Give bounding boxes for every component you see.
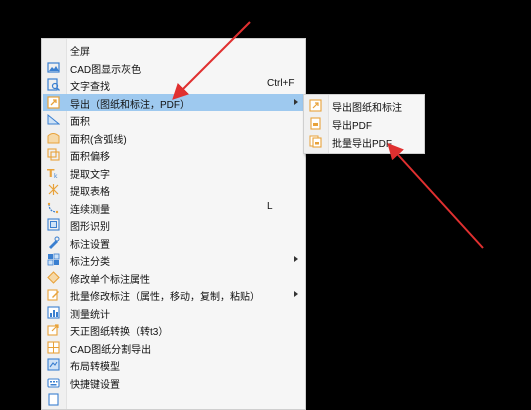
svg-text:k: k — [54, 173, 58, 179]
menu-item-cad-gray[interactable]: CAD图显示灰色 — [43, 59, 304, 76]
export-submenu: 导出图纸和标注 导出PDF 批量导出PDF — [303, 94, 425, 154]
submenu-item-label: 导出PDF — [332, 121, 372, 132]
continuous-measure-icon — [47, 201, 60, 214]
menu-item-measure-stats[interactable]: 测量统计 — [43, 304, 304, 321]
menu-item-split-export[interactable]: CAD图纸分割导出 — [43, 339, 304, 356]
menu-item-text-search[interactable]: 文字查找 Ctrl+F — [43, 76, 304, 93]
menu-item-annotation-settings[interactable]: 标注设置 — [43, 234, 304, 251]
menu-item-label: CAD图纸分割导出 — [70, 345, 152, 356]
text-search-icon — [47, 78, 60, 91]
menu-item-label: 面积 — [70, 117, 90, 128]
menu-item-annotation-category[interactable]: 标注分类 — [43, 251, 304, 268]
menu-item-label: 连续测量 — [70, 205, 110, 216]
shortcut-settings-icon — [47, 376, 60, 389]
menu-item-shortcut: L — [267, 201, 273, 212]
chevron-right-icon — [294, 99, 298, 105]
area-icon — [47, 113, 60, 126]
menu-item-label: 全屏 — [70, 47, 90, 58]
menu-item-label: CAD图显示灰色 — [70, 65, 142, 76]
annotation-settings-icon — [47, 236, 60, 249]
menu-item-label: 批量修改标注（属性，移动，复制，粘贴） — [70, 292, 260, 303]
split-export-icon — [47, 341, 60, 354]
menu-item-extract-table[interactable]: 提取表格 — [43, 181, 304, 198]
menu-item-convert-t3[interactable]: 天正图纸转换（转t3） — [43, 321, 304, 338]
menu-item-shortcut: Ctrl+F — [267, 78, 295, 89]
batch-export-pdf-icon — [309, 135, 322, 148]
chevron-right-icon — [294, 256, 298, 262]
extract-table-icon — [47, 183, 60, 196]
menu-item-label: 面积(含弧线) — [70, 135, 127, 146]
menu-item-layout-to-model[interactable]: 布局转模型 — [43, 356, 304, 373]
menu-item-shortcut-settings[interactable]: 快捷键设置 — [43, 374, 304, 391]
menu-item-export[interactable]: 导出（图纸和标注，PDF） — [43, 94, 304, 111]
chevron-right-icon — [294, 291, 298, 297]
image-gray-icon — [47, 61, 60, 74]
menu-item-label: 图形识别 — [70, 222, 110, 233]
menu-item-area-offset[interactable]: 面积偏移 — [43, 146, 304, 163]
menu-item-extract-text[interactable]: Tk 提取文字 — [43, 164, 304, 181]
submenu-item-label: 批量导出PDF — [332, 139, 392, 150]
menu-item-fullscreen[interactable]: 全屏 — [43, 41, 304, 58]
menu-item-continuous-measure[interactable]: 连续测量 L — [43, 199, 304, 216]
menu-item-label: 提取文字 — [70, 170, 110, 181]
menu-item-label: 快捷键设置 — [70, 380, 120, 391]
menu-item-area[interactable]: 面积 — [43, 111, 304, 128]
menu-item-label: 测量统计 — [70, 310, 110, 321]
menu-item-area-arc[interactable]: 面积(含弧线) — [43, 129, 304, 146]
area-offset-icon — [47, 148, 60, 161]
submenu-item-label: 导出图纸和标注 — [332, 103, 402, 114]
area-arc-icon — [47, 131, 60, 144]
submenu-item-export-pdf[interactable]: 导出PDF — [305, 115, 423, 132]
convert-t3-icon — [47, 323, 60, 336]
shape-recognize-icon — [47, 218, 60, 231]
measure-stats-icon — [47, 306, 60, 319]
menu-item-label: 布局转模型 — [70, 362, 120, 373]
menu-item-label: 导出（图纸和标注，PDF） — [70, 100, 190, 111]
export-drawing-icon — [309, 99, 322, 112]
submenu-item-batch-export-pdf[interactable]: 批量导出PDF — [305, 133, 423, 150]
menu-item-label: 提取表格 — [70, 187, 110, 198]
menu-item-edit-annotation[interactable]: 修改单个标注属性 — [43, 269, 304, 286]
red-arrow-to-batch-export — [387, 143, 484, 249]
edit-annotation-icon — [47, 271, 60, 284]
export-icon — [47, 96, 60, 109]
menu-item-label: 标注设置 — [70, 240, 110, 251]
context-menu: 全屏 CAD图显示灰色 文字查找 Ctrl+F 导出（图纸和标注，PDF） 面积… — [41, 38, 306, 410]
menu-item-batch-edit[interactable]: 批量修改标注（属性，移动，复制，粘贴） — [43, 286, 304, 303]
menu-item-label: 标注分类 — [70, 257, 110, 268]
menu-item-label: 文字查找 — [70, 82, 110, 93]
menu-item-label: 面积偏移 — [70, 152, 110, 163]
menu-item-label: 修改单个标注属性 — [70, 275, 150, 286]
extract-text-icon: Tk — [47, 166, 60, 179]
menu-item-label: 天正图纸转换（转t3） — [70, 327, 169, 338]
menu-item-shape-recognize[interactable]: 图形识别 — [43, 216, 304, 233]
annotation-category-icon — [47, 253, 60, 266]
batch-edit-icon — [47, 288, 60, 301]
submenu-item-export-drawing[interactable]: 导出图纸和标注 — [305, 97, 423, 114]
export-pdf-icon — [309, 117, 322, 130]
layout-to-model-icon — [47, 358, 60, 371]
